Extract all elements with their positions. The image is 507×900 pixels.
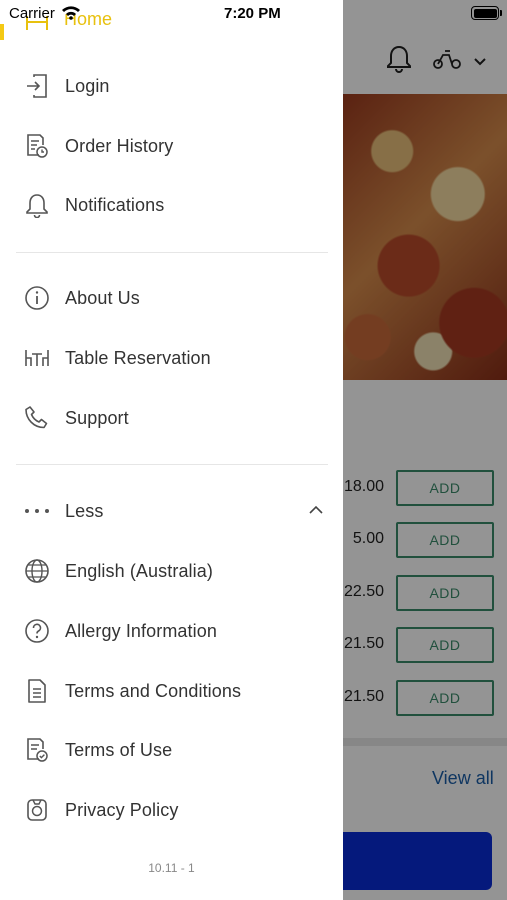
globe-icon — [24, 558, 50, 584]
drawer-item-label: Order History — [65, 135, 174, 156]
drawer-item-notifications[interactable]: Notifications — [0, 179, 343, 231]
drawer-item-label: Allergy Information — [65, 620, 217, 641]
drawer-item-label: English (Australia) — [65, 560, 213, 581]
drawer-item-label: Table Reservation — [65, 347, 211, 368]
drawer-item-terms-of-use[interactable]: Terms of Use — [0, 724, 343, 776]
drawer-item-allergy-information[interactable]: Allergy Information — [0, 605, 343, 657]
privacy-icon — [24, 797, 50, 823]
order-history-icon — [24, 133, 50, 159]
chevron-up-icon — [308, 502, 324, 520]
menu-divider — [16, 252, 328, 253]
login-icon — [24, 73, 50, 99]
drawer-item-privacy-policy[interactable]: Privacy Policy — [0, 784, 343, 836]
table-icon — [24, 345, 50, 371]
more-dots-icon — [24, 498, 50, 524]
document-icon — [24, 678, 50, 704]
battery-icon — [471, 6, 499, 20]
question-icon — [24, 618, 50, 644]
navigation-drawer: Home Login Order History Notifications A… — [0, 0, 343, 900]
bell-icon — [24, 192, 50, 218]
drawer-item-order-history[interactable]: Order History — [0, 120, 343, 172]
drawer-item-less-toggle[interactable]: Less — [0, 485, 343, 537]
document-check-icon — [24, 737, 50, 763]
drawer-item-login[interactable]: Login — [0, 60, 343, 112]
drawer-item-label: Less — [65, 500, 104, 521]
menu-divider — [16, 464, 328, 465]
drawer-item-label: Privacy Policy — [65, 799, 179, 820]
drawer-item-terms-and-conditions[interactable]: Terms and Conditions — [0, 665, 343, 717]
drawer-item-label: Support — [65, 407, 129, 428]
drawer-item-label: About Us — [65, 287, 140, 308]
battery-tip — [500, 10, 502, 16]
drawer-item-label: Terms and Conditions — [65, 680, 242, 701]
phone-icon — [24, 405, 50, 431]
drawer-item-label: Terms of Use — [65, 739, 173, 760]
app-version: 10.11 - 1 — [148, 861, 195, 875]
drawer-scrim[interactable] — [343, 0, 507, 900]
status-bar: Carrier 7:20 PM — [0, 0, 507, 30]
drawer-item-label: Login — [65, 75, 110, 96]
drawer-item-label: Notifications — [65, 194, 165, 215]
drawer-item-language[interactable]: English (Australia) — [0, 545, 343, 597]
drawer-item-about-us[interactable]: About Us — [0, 272, 343, 324]
drawer-item-table-reservation[interactable]: Table Reservation — [0, 332, 343, 384]
carrier-label: Carrier — [9, 5, 55, 22]
clock: 7:20 PM — [224, 5, 281, 22]
wifi-icon — [61, 4, 81, 25]
info-icon — [24, 285, 50, 311]
drawer-item-support[interactable]: Support — [0, 392, 343, 444]
